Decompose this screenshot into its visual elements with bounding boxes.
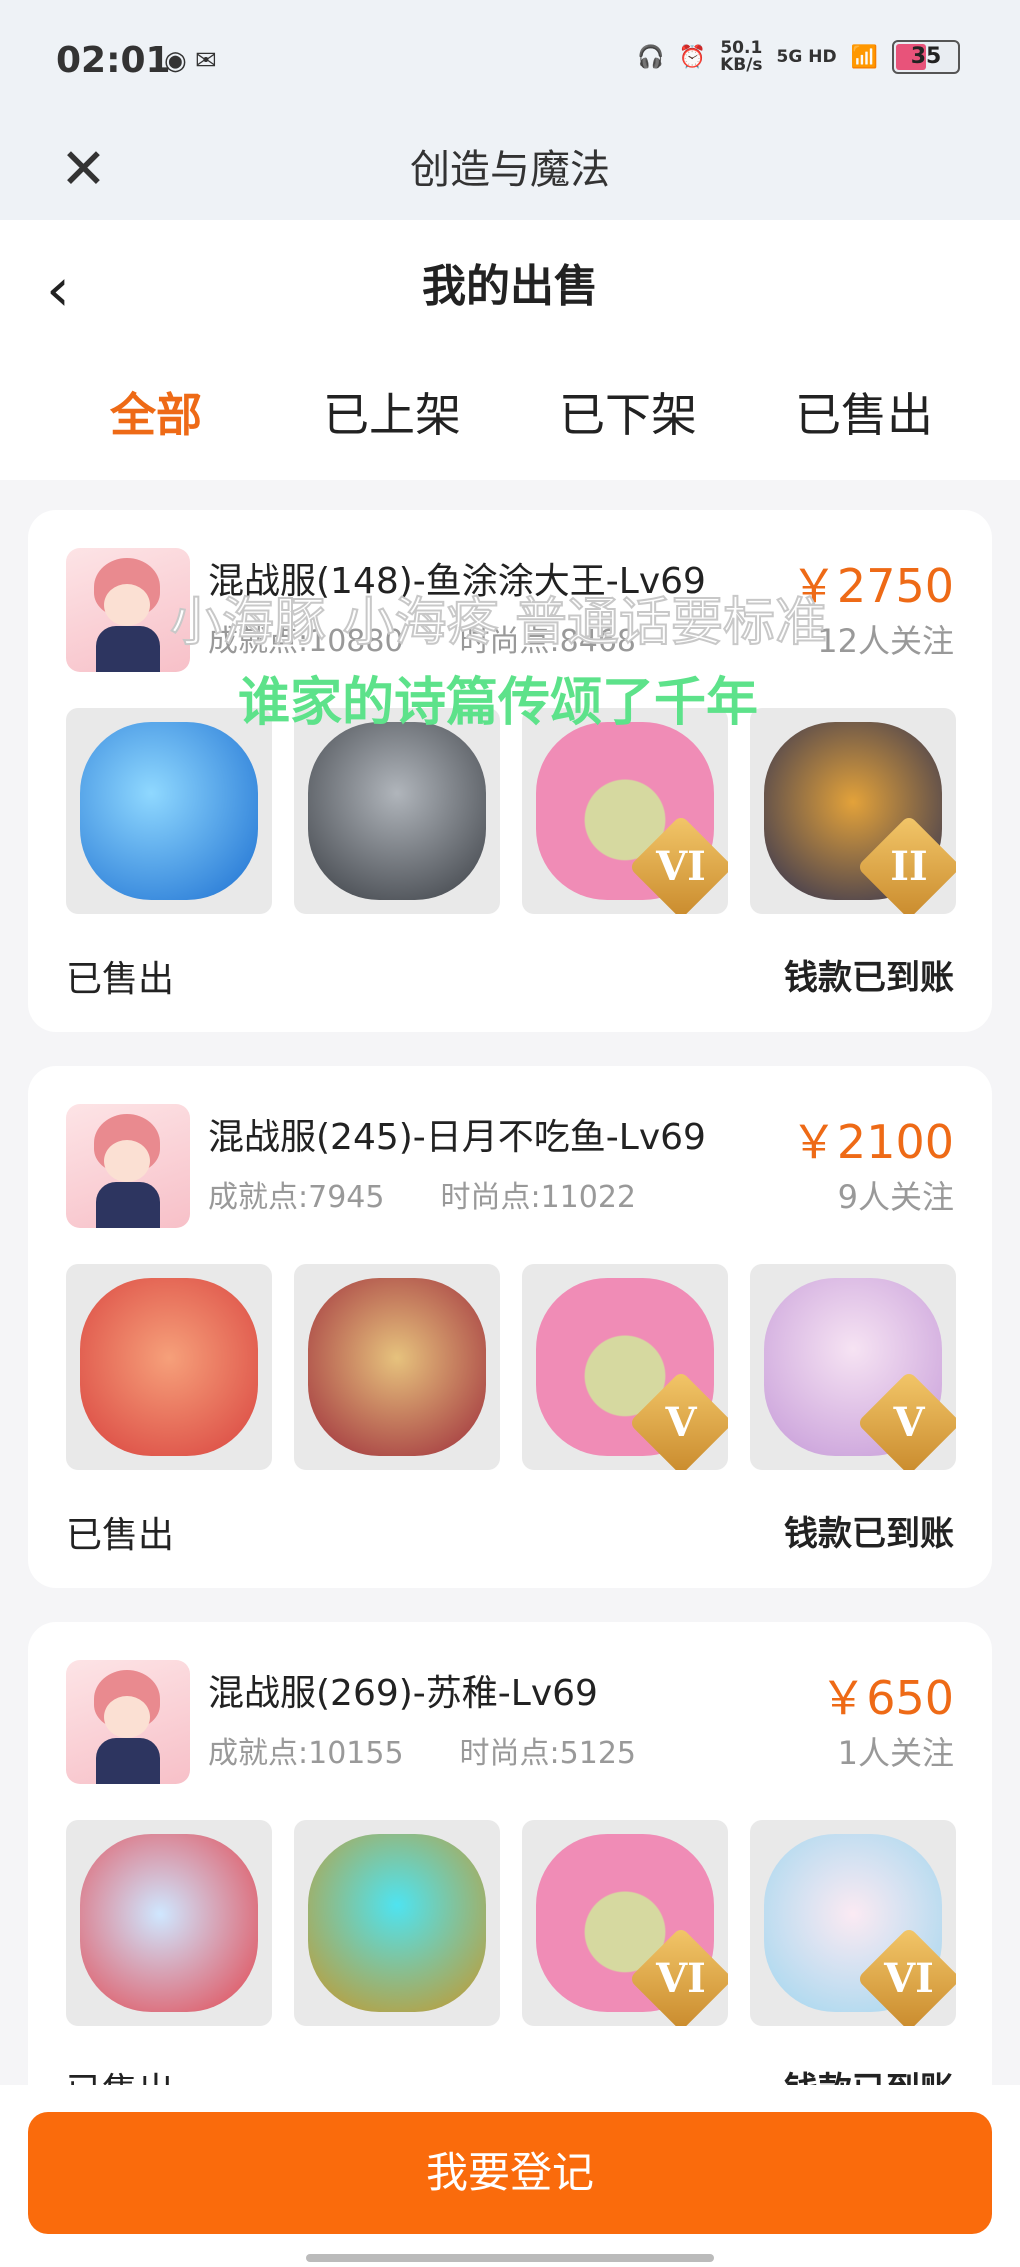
status-time: 02:01	[56, 40, 171, 81]
listing-card[interactable]: 混战服(269)-苏稚-Lv69 成就点:10155 时尚点:5125 ￥650 …	[28, 1622, 992, 2144]
listing-card[interactable]: 混战服(245)-日月不吃鱼-Lv69 成就点:7945 时尚点:11022 ￥2…	[28, 1066, 992, 1588]
page-title: 我的出售	[422, 261, 598, 312]
rank-badge: VI	[884, 1955, 934, 2002]
battery-icon: 35	[892, 40, 960, 74]
fox-girl-icon: V	[750, 1264, 956, 1470]
item-gallery: V V	[66, 1264, 956, 1470]
listing-name: 混战服(245)-日月不吃鱼-Lv69	[208, 1117, 706, 1158]
tab-delisted[interactable]: 已下架	[508, 370, 748, 460]
white-rabbit-icon: VI	[750, 1820, 956, 2026]
item-gallery: VI II	[66, 708, 956, 914]
status-tabs: 全部 已上架 已下架 已售出	[0, 370, 1020, 460]
network-type: 5G HD	[776, 46, 837, 67]
listing-stats: 成就点:7945 时尚点:11022	[208, 1172, 692, 1216]
fashion-points: 时尚点:5125	[459, 1736, 637, 1771]
antler-dragon-icon	[66, 1264, 272, 1470]
video-caption-line2: 谁家的诗篇传颂了千年	[238, 673, 759, 733]
headphone-icon: 🎧	[637, 44, 665, 70]
tab-listed[interactable]: 已上架	[272, 370, 512, 460]
crimson-dragon-icon	[294, 1264, 500, 1470]
mini-program-titlebar: ✕ 创造与魔法	[0, 125, 1020, 220]
listing-price: ￥650	[820, 1671, 954, 1725]
payment-status: 钱款已到账	[784, 958, 954, 998]
listing-price: ￥2100	[790, 1115, 954, 1169]
achievement-points: 成就点:7945	[208, 1180, 385, 1215]
rank-badge: V	[665, 1399, 697, 1446]
speed-unit: KB/s	[720, 55, 763, 75]
pink-bear-icon: VI	[522, 1820, 728, 2026]
golden-dragon-icon: II	[750, 708, 956, 914]
pink-bear-icon: VI	[522, 708, 728, 914]
video-caption-line1: 小海豚 小海疼 普通话要标准	[169, 592, 828, 654]
avatar	[66, 1660, 190, 1784]
achievement-points: 成就点:10155	[208, 1736, 404, 1771]
follower-count: 12人关注	[817, 622, 954, 660]
sale-status: 已售出	[66, 959, 175, 1000]
golden-throne-icon	[294, 1820, 500, 2026]
status-right: 🎧 ⏰ 50.1 KB/s 5G HD 📶 35	[637, 40, 960, 74]
follower-count: 9人关注	[837, 1178, 954, 1216]
whale-mount-icon	[66, 708, 272, 914]
status-bar: 02:01 ◉ ✉ 🎧 ⏰ 50.1 KB/s 5G HD 📶 35	[0, 0, 1020, 125]
rank-badge: II	[890, 843, 928, 890]
rank-badge: VI	[656, 1955, 706, 2002]
home-indicator[interactable]	[306, 2254, 714, 2262]
tab-all[interactable]: 全部	[36, 370, 276, 460]
item-gallery: VI VI	[66, 1820, 956, 2026]
fish-mount-icon	[66, 1820, 272, 2026]
battery-level: 35	[910, 44, 942, 69]
payment-status: 钱款已到账	[784, 1514, 954, 1554]
fashion-points: 时尚点:11022	[440, 1180, 637, 1215]
listing-name: 混战服(269)-苏稚-Lv69	[208, 1673, 598, 1714]
pink-bear-icon: V	[522, 1264, 728, 1470]
notification-icons: ◉ ✉	[164, 46, 217, 76]
wifi-icon: 📶	[850, 44, 878, 70]
alarm-icon: ⏰	[678, 44, 707, 70]
dragon-mount-icon	[294, 708, 500, 914]
rank-badge: V	[893, 1399, 925, 1446]
tab-sold[interactable]: 已售出	[744, 370, 984, 460]
rank-badge: VI	[656, 843, 706, 890]
avatar	[66, 1104, 190, 1228]
sale-status: 已售出	[66, 1515, 175, 1556]
app-title: 创造与魔法	[410, 147, 610, 193]
register-button[interactable]: 我要登记	[28, 2112, 992, 2234]
listing-stats: 成就点:10155 时尚点:5125	[208, 1728, 692, 1772]
network-speed: 50.1 KB/s	[720, 40, 762, 74]
follower-count: 1人关注	[837, 1734, 954, 1772]
